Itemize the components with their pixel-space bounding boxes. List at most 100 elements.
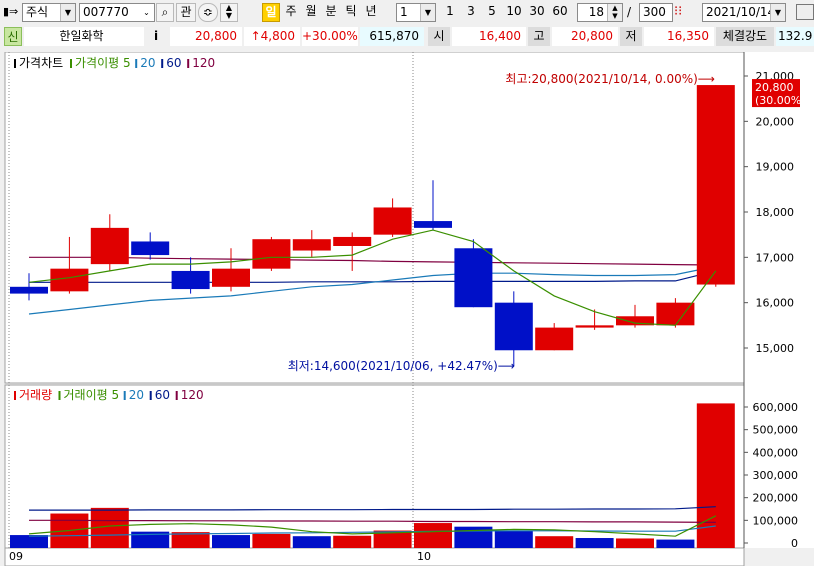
volume-bar: [414, 523, 452, 548]
stock-info-bar: 신 한일화학 i 20,800 ↑4,800 +30.00% 615,870 시…: [0, 25, 814, 46]
chevron-down-icon[interactable]: ▼: [770, 4, 785, 21]
interval-preset-button[interactable]: 5: [483, 3, 501, 22]
price-y-tick-label: 16,000: [756, 297, 795, 310]
strength-value: 132.9: [776, 27, 814, 46]
spin-icon: ▲ ▼: [225, 3, 233, 20]
interval-preset-button[interactable]: 10: [504, 3, 524, 22]
open-price: 16,400: [452, 27, 526, 46]
low-price: 16,350: [644, 27, 714, 46]
current-price: 20,800: [170, 27, 242, 46]
candle-body: [535, 327, 574, 351]
volume-y-tick-label: 500,000: [753, 424, 799, 437]
chart-area[interactable]: 가격차트 가격이평 5 20 60 120 거래량 거래이평 5 20 60 120 15,000 1…: [0, 52, 814, 566]
volume-y-tick-label: 300,000: [753, 469, 799, 482]
price-legend-swatch: [187, 59, 190, 68]
price-y-tick-label: 18,000: [756, 206, 795, 219]
volume-bar: [252, 533, 291, 548]
candle-body: [131, 241, 170, 256]
menu-icon[interactable]: ▮⇒: [3, 5, 21, 19]
price-change: ↑4,800: [244, 27, 300, 46]
volume-bar: [575, 538, 614, 548]
candle-body: [414, 221, 452, 228]
chevron-down-icon[interactable]: ⌄: [139, 4, 154, 21]
interval-preset-button[interactable]: 3: [462, 3, 480, 22]
view-count-value: 18: [588, 5, 604, 19]
volume-y-tick-label: 200,000: [753, 492, 799, 505]
spin-button[interactable]: ▲ ▼: [220, 3, 238, 22]
interval-select-value: 1: [400, 5, 408, 19]
volume-bar: [212, 535, 250, 548]
search-icon: ⌕: [161, 5, 169, 19]
high-annotation: 최고:20,800(2021/10/14, 0.00%)⟶: [505, 72, 715, 86]
last-price-label: 20,800: [755, 81, 794, 94]
volume-legend-swatch: [58, 391, 61, 400]
candle-body: [171, 270, 210, 290]
candle-body: [454, 248, 493, 308]
price-y-tick-label: 20,000: [756, 115, 795, 128]
volume-legend-swatch: [14, 391, 16, 400]
candle-body: [252, 239, 291, 269]
low-annotation: 최저:14,600(2021/10/06, +42.47%)⟶: [288, 359, 515, 373]
volume-legend-swatch: [149, 391, 152, 400]
period-button[interactable]: 주: [282, 3, 300, 22]
volume-legend-label: 20: [129, 388, 144, 402]
period-day-button[interactable]: 일: [262, 3, 280, 22]
info-button[interactable]: i: [146, 27, 166, 46]
date-select-value: 2021/10/14: [706, 5, 776, 19]
candle-body: [90, 227, 129, 265]
interval-select[interactable]: 1 ▼: [396, 3, 436, 22]
interval-preset-button[interactable]: 60: [550, 3, 570, 22]
price-legend-swatch: [135, 59, 138, 68]
calendar-icon[interactable]: [796, 4, 814, 20]
candle-body: [212, 268, 250, 287]
period-button[interactable]: 분: [322, 3, 340, 22]
x-axis-area: [4, 547, 745, 566]
volume-y-tick-label: 0: [791, 537, 798, 550]
period-button[interactable]: 틱: [342, 3, 360, 22]
volume-y-tick-label: 400,000: [753, 446, 799, 459]
high-price: 20,800: [552, 27, 618, 46]
price-legend-label: 가격차트: [19, 56, 63, 70]
period-button[interactable]: 월: [302, 3, 320, 22]
watch-button[interactable]: 관: [176, 3, 196, 22]
chevron-down-icon[interactable]: ▼: [420, 4, 435, 21]
code-input[interactable]: 007770 ⌄: [79, 3, 155, 22]
toolbar: ▮⇒ 주식 ▼ 007770 ⌄ ⌕ 관 ≎ ▲ ▼ 일 주월분틱년 1 ▼ 13…: [0, 0, 814, 25]
candle-body: [10, 286, 48, 294]
date-select[interactable]: 2021/10/14 ▼: [702, 3, 786, 22]
market-select[interactable]: 주식 ▼: [22, 3, 76, 22]
price-change-pct: +30.00%: [302, 27, 358, 46]
price-legend-swatch: [161, 59, 164, 68]
candle-body: [575, 325, 614, 328]
stock-name: 한일화학: [24, 27, 144, 46]
candle-body: [333, 236, 372, 246]
market-select-value: 주식: [26, 5, 49, 19]
candle-body: [494, 302, 533, 351]
open-label: 시: [428, 27, 450, 46]
refresh-button[interactable]: ≎: [198, 3, 218, 22]
period-button[interactable]: 년: [362, 3, 380, 22]
chevron-down-icon[interactable]: ▼: [60, 4, 75, 21]
candle-body: [656, 302, 695, 326]
price-y-tick-label: 17,000: [756, 251, 795, 264]
total-count-input[interactable]: 300: [639, 3, 673, 22]
spin-icon[interactable]: ▲ ▼: [607, 4, 622, 21]
price-legend-label: 60: [166, 56, 181, 70]
code-input-value: 007770: [83, 5, 129, 19]
price-y-tick-label: 19,000: [756, 161, 795, 174]
volume-y-tick-label: 600,000: [753, 401, 799, 414]
search-button[interactable]: ⌕: [156, 3, 174, 22]
volume-value: 615,870: [360, 27, 424, 46]
volume-y-tick-label: 100,000: [753, 514, 799, 527]
volume-bar: [535, 536, 574, 548]
view-count-input[interactable]: 18 ▲ ▼: [577, 3, 623, 22]
candle-body: [373, 207, 412, 235]
interval-preset-button[interactable]: 30: [527, 3, 547, 22]
new-badge: 신: [4, 27, 22, 46]
price-legend-swatch: [70, 59, 72, 68]
high-label: 고: [528, 27, 550, 46]
interval-preset-button[interactable]: 1: [441, 3, 459, 22]
settings-icon[interactable]: ⁝⁝: [674, 4, 690, 20]
price-y-tick-label: 15,000: [756, 342, 795, 355]
x-tick-label: 09: [9, 550, 23, 563]
